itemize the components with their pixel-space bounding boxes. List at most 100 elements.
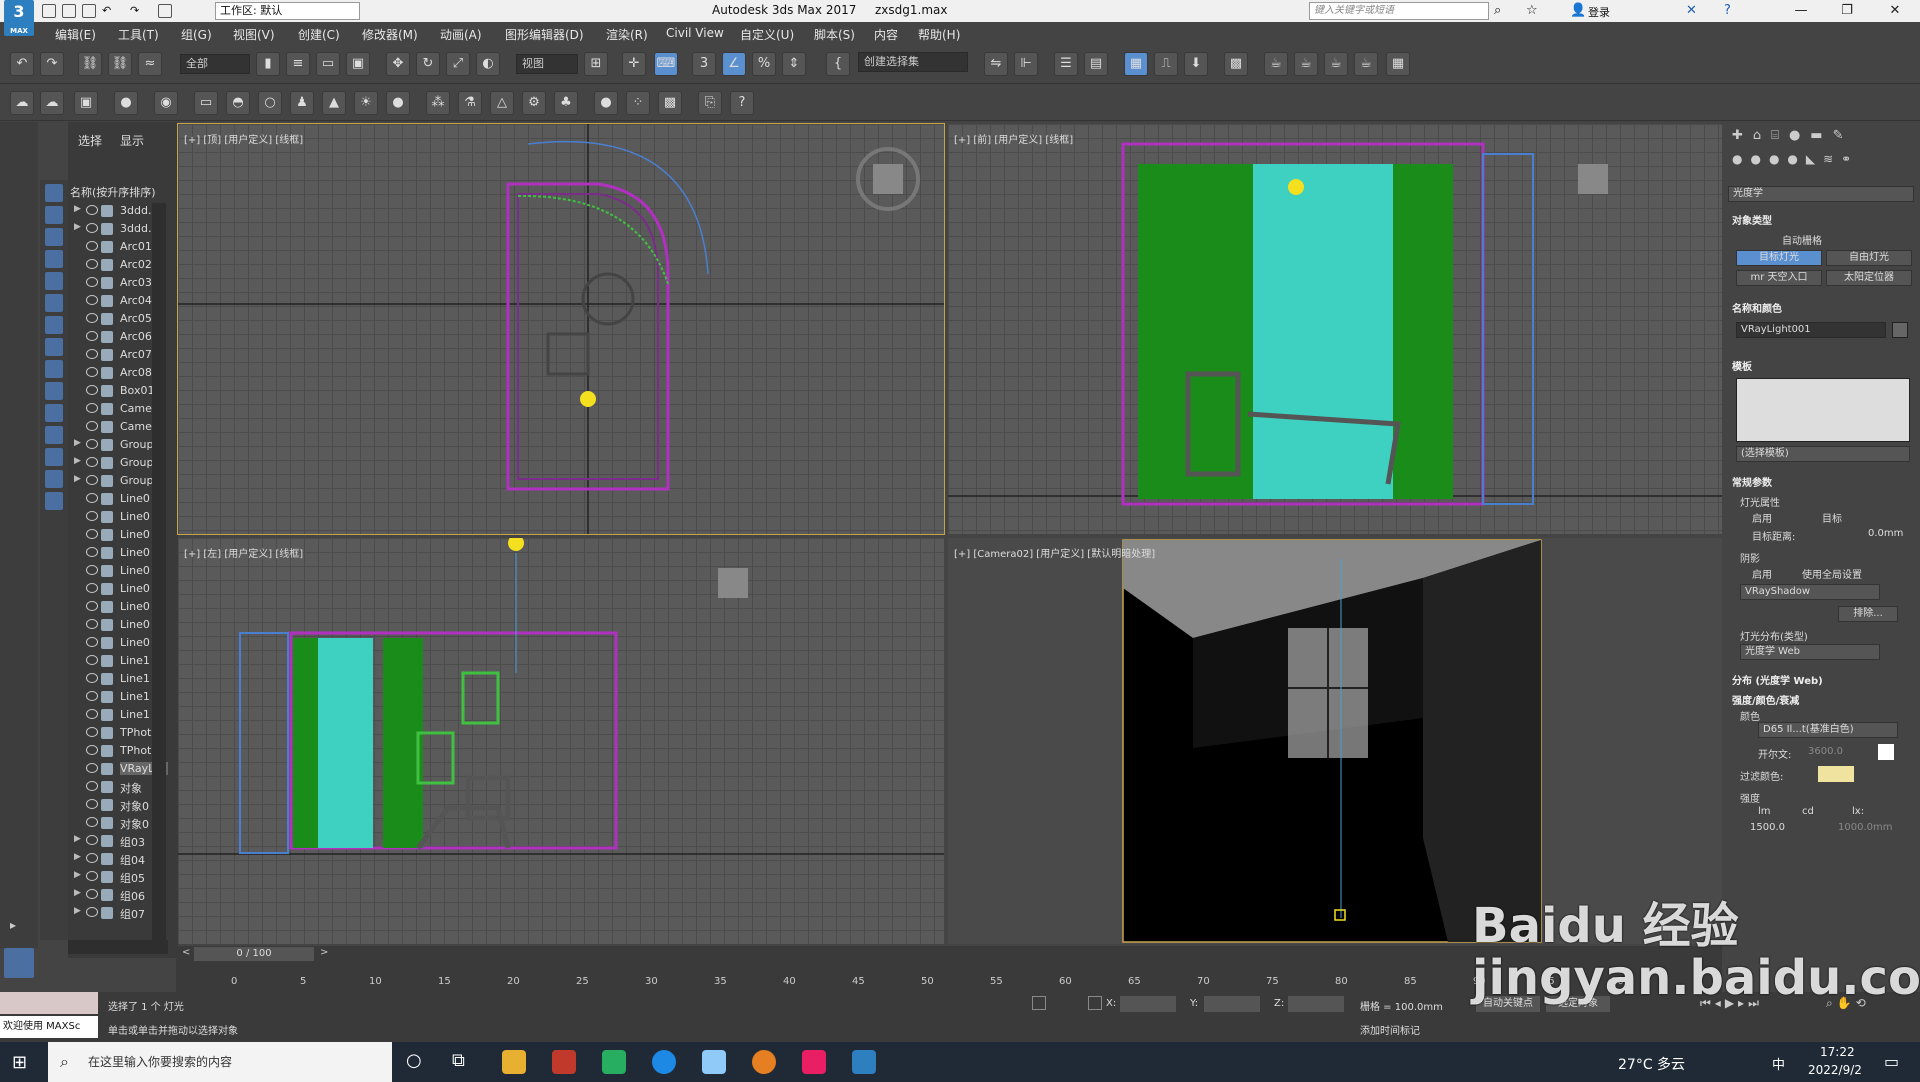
- visibility-eye-icon[interactable]: [86, 493, 98, 503]
- move-icon[interactable]: ✥: [386, 52, 410, 76]
- filter-spacewarps-icon[interactable]: [45, 294, 63, 312]
- named-selection-dropdown[interactable]: 创建选择集: [858, 52, 968, 72]
- y-coord-field[interactable]: [1204, 996, 1260, 1012]
- visibility-eye-icon[interactable]: [86, 907, 98, 917]
- menu-help[interactable]: 帮助(H): [918, 26, 960, 43]
- menu-create[interactable]: 创建(C): [298, 26, 340, 43]
- target-light-button[interactable]: 目标灯光: [1736, 250, 1822, 266]
- place-icon[interactable]: ◐: [476, 52, 500, 76]
- link-icon[interactable]: ⛓: [78, 52, 102, 76]
- filter-geometry-icon[interactable]: [45, 184, 63, 202]
- visibility-eye-icon[interactable]: [86, 691, 98, 701]
- name-color-header[interactable]: 名称和颜色: [1732, 300, 1782, 315]
- targeted-checkbox[interactable]: 目标: [1822, 510, 1842, 525]
- visibility-eye-icon[interactable]: [86, 367, 98, 377]
- visibility-eye-icon[interactable]: [86, 889, 98, 899]
- bind-space-warp-icon[interactable]: ≈: [138, 52, 162, 76]
- dome-light-icon[interactable]: ◓: [226, 91, 250, 115]
- tab-display[interactable]: 显示: [120, 132, 144, 149]
- expand-icon[interactable]: ▶: [74, 906, 81, 916]
- star-icon[interactable]: ☆: [1526, 3, 1538, 18]
- absolute-mode-icon[interactable]: [1088, 996, 1102, 1010]
- new-file-icon[interactable]: [42, 4, 56, 18]
- select-by-name-icon[interactable]: ≡: [286, 52, 310, 76]
- close-button[interactable]: ✕: [1872, 0, 1918, 22]
- visibility-eye-icon[interactable]: [86, 583, 98, 593]
- exchange-icon[interactable]: ✕: [1686, 3, 1697, 18]
- explorer-column-header[interactable]: 名称(按升序排序): [68, 184, 178, 200]
- visibility-eye-icon[interactable]: [86, 547, 98, 557]
- proxy-icon[interactable]: ⚗: [458, 91, 482, 115]
- expand-icon[interactable]: ▶: [74, 474, 81, 484]
- color-preset-dropdown[interactable]: D65 Il...t(基准白色): [1758, 722, 1898, 738]
- login-link[interactable]: 登录: [1588, 4, 1610, 20]
- spinner-snap-icon[interactable]: ⇕: [782, 52, 806, 76]
- edit-named-selection-icon[interactable]: {: [826, 52, 850, 76]
- viewport-left[interactable]: [+] [左] [用户定义] [线框]: [178, 538, 944, 944]
- cloud-icon[interactable]: ☁: [40, 91, 64, 115]
- visibility-eye-icon[interactable]: [86, 241, 98, 251]
- visibility-eye-icon[interactable]: [86, 673, 98, 683]
- frame-buffer-icon[interactable]: ▣: [74, 91, 98, 115]
- edge-browser-icon[interactable]: [652, 1050, 676, 1074]
- filter-all-icon[interactable]: [45, 448, 63, 466]
- app-icon-3[interactable]: [702, 1050, 726, 1074]
- visibility-eye-icon[interactable]: [86, 421, 98, 431]
- kelvin-color-swatch[interactable]: [1878, 744, 1894, 760]
- minimize-button[interactable]: —: [1778, 0, 1824, 22]
- general-params-header[interactable]: 常规参数: [1732, 474, 1772, 489]
- material-ball-icon[interactable]: ●: [594, 91, 618, 115]
- visibility-eye-icon[interactable]: [86, 835, 98, 845]
- task-view-icon[interactable]: ⧉: [452, 1050, 465, 1071]
- firefox-icon[interactable]: [752, 1050, 776, 1074]
- object-color-swatch[interactable]: [1892, 322, 1908, 338]
- plane-light-icon[interactable]: ▭: [194, 91, 218, 115]
- project-folder-icon[interactable]: [158, 4, 172, 18]
- menu-group[interactable]: 组(G): [181, 26, 212, 43]
- undo-tool-icon[interactable]: ↶: [10, 52, 34, 76]
- tab-select[interactable]: 选择: [78, 132, 102, 149]
- filter-hidden-icon[interactable]: [45, 426, 63, 444]
- material-editor-icon[interactable]: ⬇: [1184, 52, 1208, 76]
- filter-cameras-icon[interactable]: [45, 250, 63, 268]
- object-name-field[interactable]: VRayLight001: [1736, 322, 1886, 338]
- app-icon-4[interactable]: [802, 1050, 826, 1074]
- visibility-eye-icon[interactable]: [86, 871, 98, 881]
- unlink-icon[interactable]: ⛓: [108, 52, 132, 76]
- z-coord-field[interactable]: [1288, 996, 1344, 1012]
- open-file-icon[interactable]: [62, 4, 76, 18]
- menu-scripting[interactable]: 脚本(S): [814, 26, 855, 43]
- viewport-front[interactable]: [+] [前] [用户定义] [线框]: [948, 124, 1722, 534]
- visibility-eye-icon[interactable]: [86, 205, 98, 215]
- camera-tool-icon[interactable]: ◉: [154, 91, 178, 115]
- expand-icon[interactable]: ▶: [74, 204, 81, 214]
- rendered-frame-icon[interactable]: ☕: [1264, 52, 1288, 76]
- angle-snap-icon[interactable]: ∠: [722, 52, 746, 76]
- filter-lights-icon[interactable]: [45, 228, 63, 246]
- time-next-icon[interactable]: >: [320, 947, 328, 958]
- visibility-eye-icon[interactable]: [86, 601, 98, 611]
- sphere-object-icon[interactable]: ⚙: [522, 91, 546, 115]
- filter-none-icon[interactable]: [45, 470, 63, 488]
- visibility-eye-icon[interactable]: [86, 223, 98, 233]
- ambient-light-icon[interactable]: ●: [386, 91, 410, 115]
- visibility-eye-icon[interactable]: [86, 565, 98, 575]
- rectangle-select-icon[interactable]: ▭: [316, 52, 340, 76]
- scale-icon[interactable]: ⤢: [446, 52, 470, 76]
- expand-arrow-icon[interactable]: ▸: [10, 918, 28, 936]
- visibility-eye-icon[interactable]: [86, 511, 98, 521]
- visibility-eye-icon[interactable]: [86, 781, 98, 791]
- kelvin-value[interactable]: 3600.0: [1808, 746, 1843, 757]
- intensity-value[interactable]: 1500.0: [1750, 822, 1785, 833]
- plane-object-icon[interactable]: △: [490, 91, 514, 115]
- visibility-eye-icon[interactable]: [86, 331, 98, 341]
- user-icon[interactable]: 👤: [1570, 3, 1586, 18]
- visibility-eye-icon[interactable]: [86, 277, 98, 287]
- curve-editor-icon[interactable]: ▦: [1124, 52, 1148, 76]
- filter-containers-icon[interactable]: [45, 382, 63, 400]
- window-crossing-icon[interactable]: ▣: [346, 52, 370, 76]
- render-setup-icon[interactable]: ▩: [1224, 52, 1248, 76]
- menu-tools[interactable]: 工具(T): [118, 26, 159, 43]
- menu-edit[interactable]: 编辑(E): [55, 26, 96, 43]
- notification-icon[interactable]: ▭: [1884, 1052, 1899, 1071]
